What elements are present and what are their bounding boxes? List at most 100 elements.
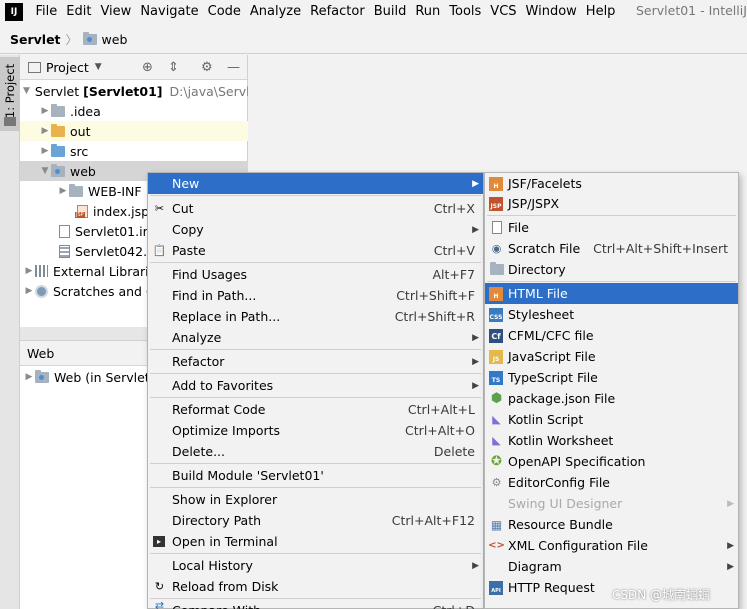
menu-item-label: HTML File [508,286,568,301]
menu-item-optimize-imports[interactable]: Optimize Imports Ctrl+Alt+O [148,420,483,441]
collapsed-arrow-icon[interactable]: ▶ [57,186,69,196]
submenu-item-file[interactable]: File [485,217,738,238]
menu-item-label: Diagram [508,559,562,574]
menu-run[interactable]: Run [411,0,445,24]
locate-icon[interactable]: ⊕ [142,60,153,75]
menu-vcs[interactable]: VCS [486,0,521,24]
menu-edit[interactable]: Edit [62,0,96,24]
submenu-item-scratch-file[interactable]: ◉ Scratch File Ctrl+Alt+Shift+Insert [485,238,738,259]
menu-navigate[interactable]: Navigate [136,0,203,24]
watermark: CSDN @城南蝈蝈 [612,588,711,602]
menu-item-new[interactable]: New ▶ [148,173,483,194]
menu-refactor[interactable]: Refactor [306,0,370,24]
menu-item-local-history[interactable]: Local History ▶ [148,555,483,576]
submenu-item-resource-bundle[interactable]: ▦ Resource Bundle [485,514,738,535]
menu-item-analyze[interactable]: Analyze ▶ [148,327,483,348]
library-icon [35,265,48,277]
submenu-item-openapi[interactable]: ✪ OpenAPI Specification [485,451,738,472]
menu-item-shortcut: Ctrl+Alt+L [407,402,475,417]
tree-item-label: src [70,143,89,159]
menu-item-label: Open in Terminal [172,534,278,549]
menu-file[interactable]: File [31,0,62,24]
menu-item-replace-in-path[interactable]: Replace in Path... Ctrl+Shift+R [148,306,483,327]
submenu-arrow-icon: ▶ [472,560,479,571]
collapsed-arrow-icon[interactable]: ▶ [23,266,35,276]
breadcrumb-project[interactable]: Servlet [10,32,61,47]
menu-item-label: Build Module 'Servlet01' [172,468,324,483]
collapsed-arrow-icon[interactable]: ▶ [23,372,35,382]
submenu-item-xml-configuration[interactable]: <> XML Configuration File ▶ [485,535,738,556]
submenu-item-jsp-jspx[interactable]: JSP JSP/JSPX [485,193,738,214]
menu-help[interactable]: Help [581,0,620,24]
menu-item-label: Refactor [172,354,225,369]
menu-item-open-in-terminal[interactable]: ▸ Open in Terminal [148,531,483,552]
menu-item-build-module[interactable]: Build Module 'Servlet01' [148,465,483,486]
collapsed-arrow-icon[interactable]: ▶ [39,106,51,116]
menu-item-compare-with[interactable]: ⇄ Compare With... Ctrl+D [148,600,483,609]
project-tool-tab[interactable]: 1: Project [0,57,20,131]
submenu-item-stylesheet[interactable]: CSS Stylesheet [485,304,738,325]
submenu-item-kotlin-script[interactable]: ◣ Kotlin Script [485,409,738,430]
menu-item-label: Paste [172,243,206,258]
submenu-item-directory[interactable]: Directory [485,259,738,280]
submenu-item-editorconfig[interactable]: ⚙ EditorConfig File [485,472,738,493]
menu-window[interactable]: Window [521,0,581,24]
breadcrumb-folder[interactable]: web [102,32,128,47]
submenu-item-typescript-file[interactable]: TS TypeScript File [485,367,738,388]
menu-item-paste[interactable]: 📋 Paste Ctrl+V [148,240,483,261]
menu-item-find-usages[interactable]: Find Usages Alt+F7 [148,264,483,285]
gear-icon[interactable]: ⚙ [201,60,213,75]
menu-tools[interactable]: Tools [445,0,486,24]
chevron-down-icon[interactable]: ▼ [95,62,102,72]
menu-item-label: Show in Explorer [172,492,278,507]
tree-item-project-root[interactable]: ▼ Servlet [Servlet01] D:\java\Servl [20,81,248,101]
compare-arrows-icon: ⇄ [154,600,165,609]
menu-item-label: CFML/CFC file [508,328,594,343]
submenu-item-javascript-file[interactable]: JS JavaScript File [485,346,738,367]
menu-separator [150,598,481,599]
menu-item-shortcut: Alt+F7 [432,267,475,282]
menu-view[interactable]: View [96,0,136,24]
tree-item-label: web [70,163,96,179]
menu-item-reload-from-disk[interactable]: ↻ Reload from Disk [148,576,483,597]
menu-analyze[interactable]: Analyze [245,0,305,24]
menu-item-show-in-explorer[interactable]: Show in Explorer [148,489,483,510]
submenu-item-package-json[interactable]: ⬢ package.json File [485,388,738,409]
menu-item-refactor[interactable]: Refactor ▶ [148,351,483,372]
menu-separator [150,463,481,464]
menu-item-add-to-favorites[interactable]: Add to Favorites ▶ [148,375,483,396]
tree-item-idea[interactable]: ▶ .idea [20,101,248,121]
submenu-item-kotlin-worksheet[interactable]: ◣ Kotlin Worksheet [485,430,738,451]
collapsed-arrow-icon[interactable]: ▶ [39,126,51,136]
folder-icon [489,262,504,277]
menu-build[interactable]: Build [369,0,411,24]
menu-code[interactable]: Code [203,0,245,24]
html-file-icon: H [489,287,503,301]
menu-item-delete[interactable]: Delete... Delete [148,441,483,462]
menu-item-label: Find in Path... [172,288,257,303]
expanded-arrow-icon[interactable]: ▼ [39,166,51,176]
collapse-all-icon[interactable]: ⇕ [168,60,179,75]
menu-separator [150,349,481,350]
submenu-item-jsf-facelets[interactable]: H JSF/Facelets [485,173,738,194]
web-facet-icon [35,369,49,383]
menu-item-find-in-path[interactable]: Find in Path... Ctrl+Shift+F [148,285,483,306]
menu-item-cut[interactable]: ✂ Cut Ctrl+X [148,198,483,219]
expanded-arrow-icon[interactable]: ▼ [23,86,30,96]
tree-item-out[interactable]: ▶ out [20,121,248,141]
menu-item-label: Reformat Code [172,402,266,417]
collapsed-arrow-icon[interactable]: ▶ [39,146,51,156]
submenu-item-diagram[interactable]: Diagram ▶ [485,556,738,577]
tree-item-path: D:\java\Servl [169,83,248,99]
menu-item-directory-path[interactable]: Directory Path Ctrl+Alt+F12 [148,510,483,531]
submenu-item-cfml-cfc[interactable]: Cf CFML/CFC file [485,325,738,346]
menu-item-copy[interactable]: Copy ▶ [148,219,483,240]
project-view-selector[interactable]: Project [46,60,89,75]
collapsed-arrow-icon[interactable]: ▶ [23,286,35,296]
web-folder-icon [51,163,65,177]
tree-item-src[interactable]: ▶ src [20,141,248,161]
minimize-icon[interactable]: — [227,60,240,75]
jsp-file-icon [75,204,88,218]
submenu-item-html-file[interactable]: H HTML File [485,283,738,304]
menu-item-reformat-code[interactable]: Reformat Code Ctrl+Alt+L [148,399,483,420]
